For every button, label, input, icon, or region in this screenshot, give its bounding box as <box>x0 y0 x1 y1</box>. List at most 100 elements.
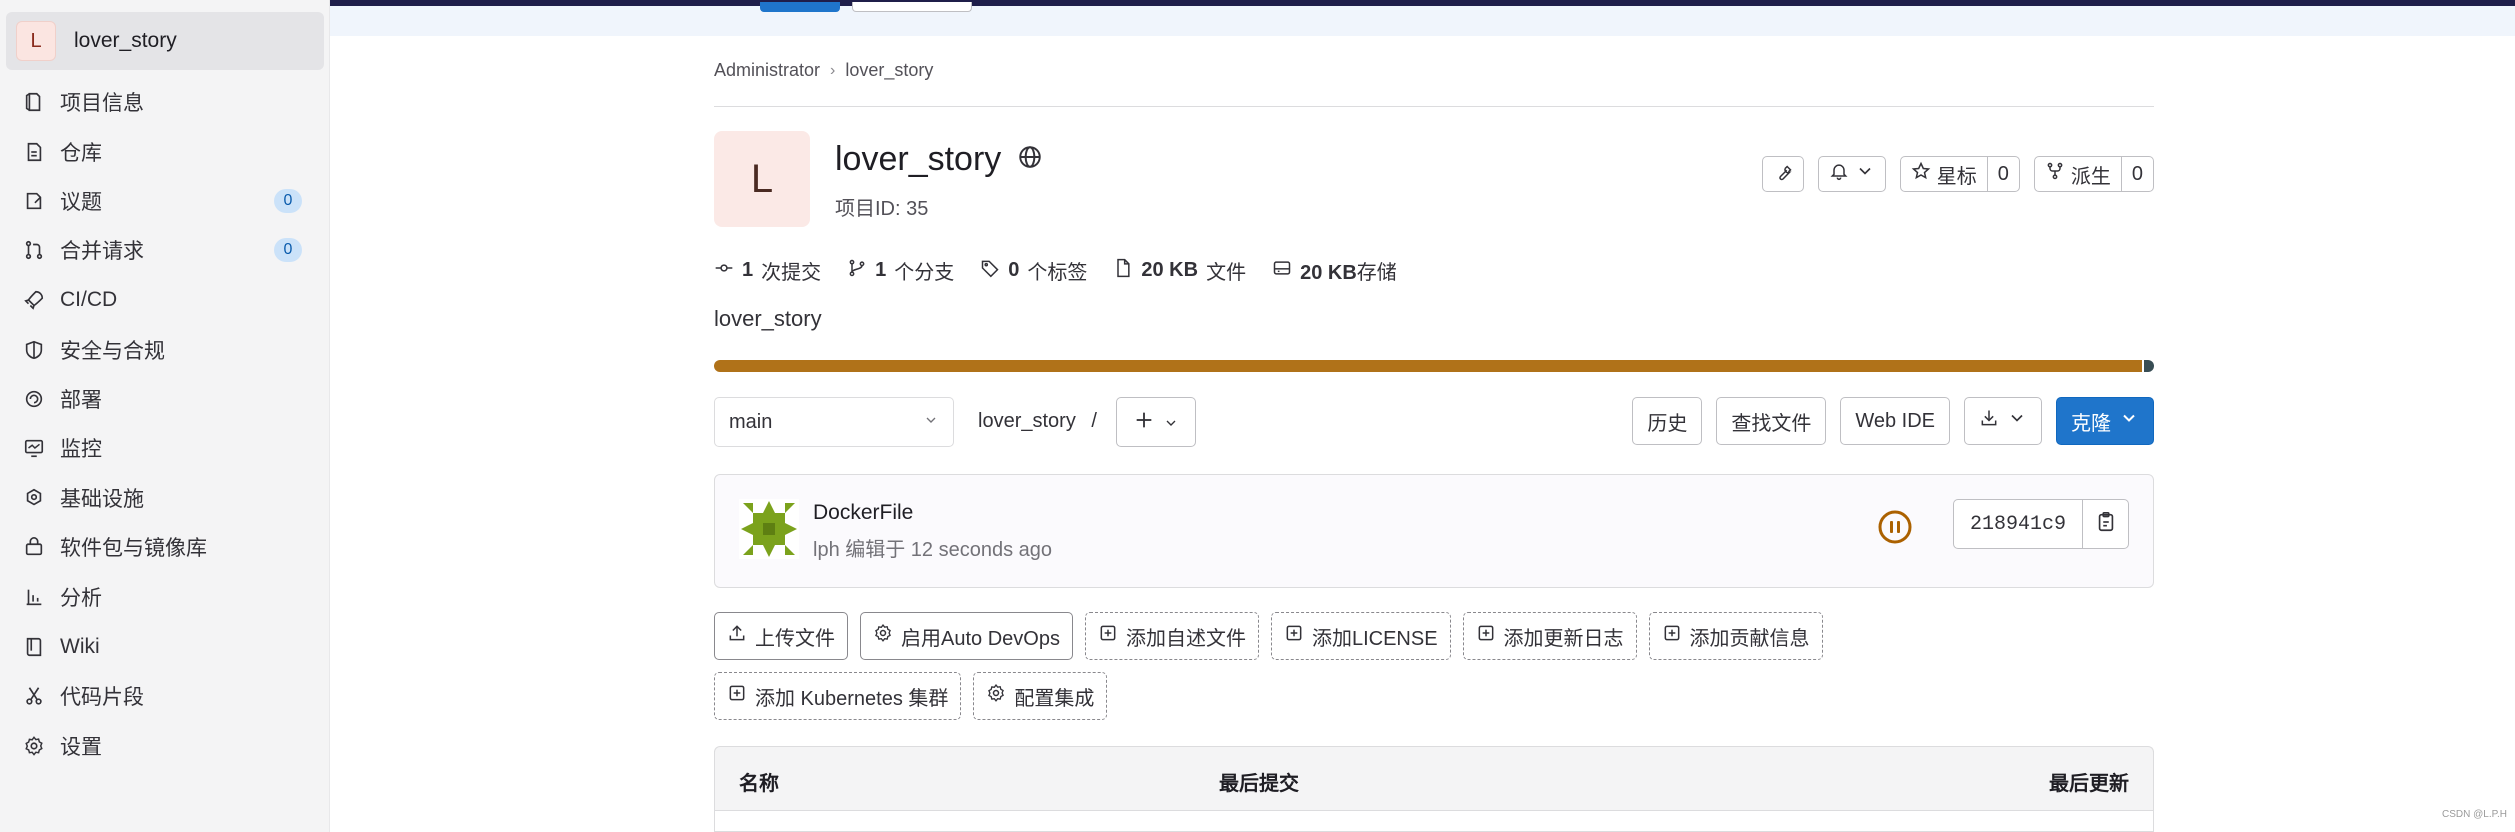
snippet-icon <box>20 682 48 710</box>
issues-icon <box>20 187 48 215</box>
table-row[interactable] <box>714 810 2154 832</box>
copy-sha-button[interactable] <box>2082 500 2128 548</box>
commits-label: 次提交 <box>761 262 822 284</box>
files-size: 20 KB <box>1141 259 1199 281</box>
project-avatar: L <box>714 131 810 227</box>
sidebar-project-header[interactable]: L lover_story <box>6 12 324 70</box>
quick-action-button[interactable]: 添加 Kubernetes 集群 <box>714 672 962 720</box>
sidebar-item-11[interactable]: Wiki <box>20 627 310 667</box>
quick-action-label: 添加 Kubernetes 集群 <box>755 687 949 710</box>
quick-action-label: 添加LICENSE <box>1311 627 1438 650</box>
sidebar-item-1[interactable]: 仓库 <box>20 132 310 172</box>
upload-icon <box>727 623 747 649</box>
col-last-commit: 最后提交 <box>1219 773 1299 795</box>
quick-action-button[interactable]: 上传文件 <box>714 612 848 660</box>
repository-language-bar[interactable] <box>714 360 2154 372</box>
sidebar-item-12[interactable]: 代码片段 <box>20 676 310 716</box>
repository-toolbar: main lover_story / 历史 查找文件 Web IDE 克隆 <box>714 397 2154 447</box>
wrench-icon <box>1763 157 1803 191</box>
fork-count[interactable]: 0 <box>2120 157 2153 191</box>
storage-stat[interactable]: 20 KB存储 <box>1272 256 1397 285</box>
quick-action-button[interactable]: 添加自述文件 <box>1084 612 1259 660</box>
sidebar-project-name: lover_story <box>74 29 177 52</box>
sidebar-item-13[interactable]: 设置 <box>20 726 310 766</box>
sidebar-item-0[interactable]: 项目信息 <box>20 82 310 122</box>
chevron-down-icon <box>923 411 939 434</box>
quick-action-button[interactable]: 启用Auto DevOps <box>860 612 1073 660</box>
sidebar-item-4[interactable]: CI/CD <box>20 280 310 320</box>
sidebar-item-label: 监控 <box>60 438 102 461</box>
identicon-avatar[interactable] <box>739 499 799 559</box>
breadcrumb-item-project[interactable]: lover_story <box>845 60 933 81</box>
find-file-button[interactable]: 查找文件 <box>1716 397 1827 445</box>
col-name: 名称 <box>739 773 779 795</box>
sidebar-item-label: 议题 <box>60 191 102 214</box>
download-button[interactable] <box>1964 397 2042 445</box>
sidebar-item-8[interactable]: 基础设施 <box>20 478 310 518</box>
quick-action-button[interactable]: 添加LICENSE <box>1270 612 1451 660</box>
quick-action-button[interactable]: 配置集成 <box>973 672 1108 720</box>
quick-action-button[interactable]: 添加贡献信息 <box>1648 612 1823 660</box>
sidebar-item-2[interactable]: 议题 0 <box>20 181 310 221</box>
commits-stat[interactable]: 1 次提交 <box>714 256 821 285</box>
quick-action-label: 配置集成 <box>1014 687 1095 710</box>
breadcrumb: Administrator › lover_story <box>714 60 933 81</box>
clone-button-label: 克隆 <box>2071 412 2111 435</box>
language-segment[interactable] <box>714 360 2142 372</box>
branch-selector-value: main <box>729 410 773 433</box>
project-id: 项目ID: 35 <box>835 198 929 220</box>
branches-stat[interactable]: 1 个分支 <box>847 256 954 285</box>
pipeline-paused-icon[interactable] <box>1877 509 1913 545</box>
quick-action-label: 启用Auto DevOps <box>901 627 1060 650</box>
commit-sha-group: 218941c9 <box>1952 499 2129 549</box>
cloud-gear-icon <box>20 484 48 512</box>
sidebar-item-label: 项目信息 <box>60 92 144 115</box>
commit-title[interactable]: DockerFile <box>813 501 913 525</box>
watermark: CSDN @L.P.H <box>2442 809 2507 820</box>
count-badge: 0 <box>274 238 302 262</box>
notification-button[interactable] <box>1817 156 1886 192</box>
project-title-text: lover_story <box>835 140 1002 178</box>
settings-button[interactable] <box>1761 156 1804 192</box>
deployments-icon <box>20 385 48 413</box>
sidebar-item-7[interactable]: 监控 <box>20 428 310 468</box>
sidebar-item-label: 基础设施 <box>60 488 144 511</box>
download-icon <box>1979 408 1999 434</box>
file-table-header: 名称 最后提交 最后更新 <box>714 746 2154 810</box>
add-to-tree-button[interactable] <box>1116 397 1196 447</box>
tags-stat[interactable]: 0 个标签 <box>980 256 1087 285</box>
history-button[interactable]: 历史 <box>1632 397 1703 445</box>
language-segment[interactable] <box>2143 360 2154 372</box>
commits-count: 1 <box>742 259 754 281</box>
commit-sha[interactable]: 218941c9 <box>1954 500 2082 548</box>
sidebar-project-avatar: L <box>16 21 56 61</box>
clone-button[interactable]: 克隆 <box>2056 397 2154 445</box>
fork-label: 派生 <box>2070 165 2111 188</box>
files-stat[interactable]: 20 KB 文件 <box>1113 256 1246 285</box>
rocket-icon <box>20 286 48 314</box>
banner-primary-button[interactable] <box>760 2 840 12</box>
branches-count: 1 <box>875 259 887 281</box>
branch-selector[interactable]: main <box>714 397 954 447</box>
sidebar-item-3[interactable]: 合并请求 0 <box>20 230 310 270</box>
web-ide-button[interactable]: Web IDE <box>1840 397 1950 445</box>
sidebar-item-9[interactable]: 软件包与镜像库 <box>20 527 310 567</box>
sidebar-item-label: 分析 <box>60 587 102 610</box>
path-project[interactable]: lover_story <box>978 410 1076 432</box>
star-count[interactable]: 0 <box>1986 157 2019 191</box>
merge-request-icon <box>20 236 48 264</box>
fork-button-group[interactable]: 派生 0 <box>2033 156 2154 192</box>
branch-icon <box>847 258 867 284</box>
quick-actions-row-1: 上传文件 启用Auto DevOps 添加自述文件 添加LICENSE 添加更新日志 添加… <box>714 612 2154 660</box>
storage-label: 存储 <box>1356 262 1397 284</box>
sidebar-item-10[interactable]: 分析 <box>20 577 310 617</box>
quick-action-button[interactable]: 添加更新日志 <box>1462 612 1637 660</box>
count-badge: 0 <box>274 189 302 213</box>
banner-secondary-button[interactable] <box>852 2 972 12</box>
sidebar-item-6[interactable]: 部署 <box>20 379 310 419</box>
star-button-group[interactable]: 星标 0 <box>1899 156 2020 192</box>
monitor-icon <box>20 434 48 462</box>
sidebar-item-5[interactable]: 安全与合规 <box>20 330 310 370</box>
project-header-buttons: 星标 0 派生 0 <box>1761 156 2154 192</box>
breadcrumb-item-owner[interactable]: Administrator <box>714 60 820 81</box>
